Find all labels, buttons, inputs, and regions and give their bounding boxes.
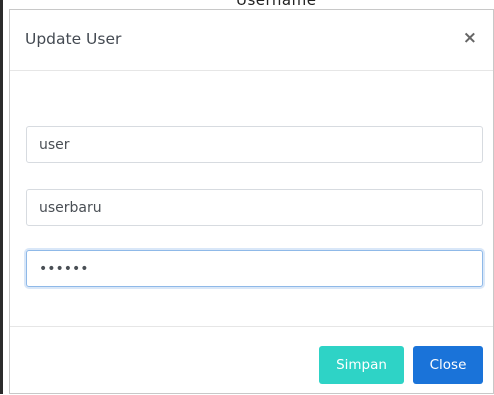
modal-footer: Simpan Close [10, 326, 493, 395]
modal-body [10, 71, 493, 327]
close-button[interactable]: Close [413, 346, 483, 384]
close-icon[interactable]: × [463, 28, 477, 48]
field-one-input[interactable] [26, 126, 483, 163]
modal-header: Update User × [10, 10, 493, 71]
modal-title: Update User [25, 30, 122, 48]
background-edge [0, 0, 3, 394]
save-button[interactable]: Simpan [319, 346, 404, 384]
update-user-modal: Update User × Simpan Close [9, 9, 494, 394]
password-input[interactable] [26, 250, 483, 287]
background-partial-label: Username [236, 0, 317, 9]
field-two-input[interactable] [26, 189, 483, 226]
